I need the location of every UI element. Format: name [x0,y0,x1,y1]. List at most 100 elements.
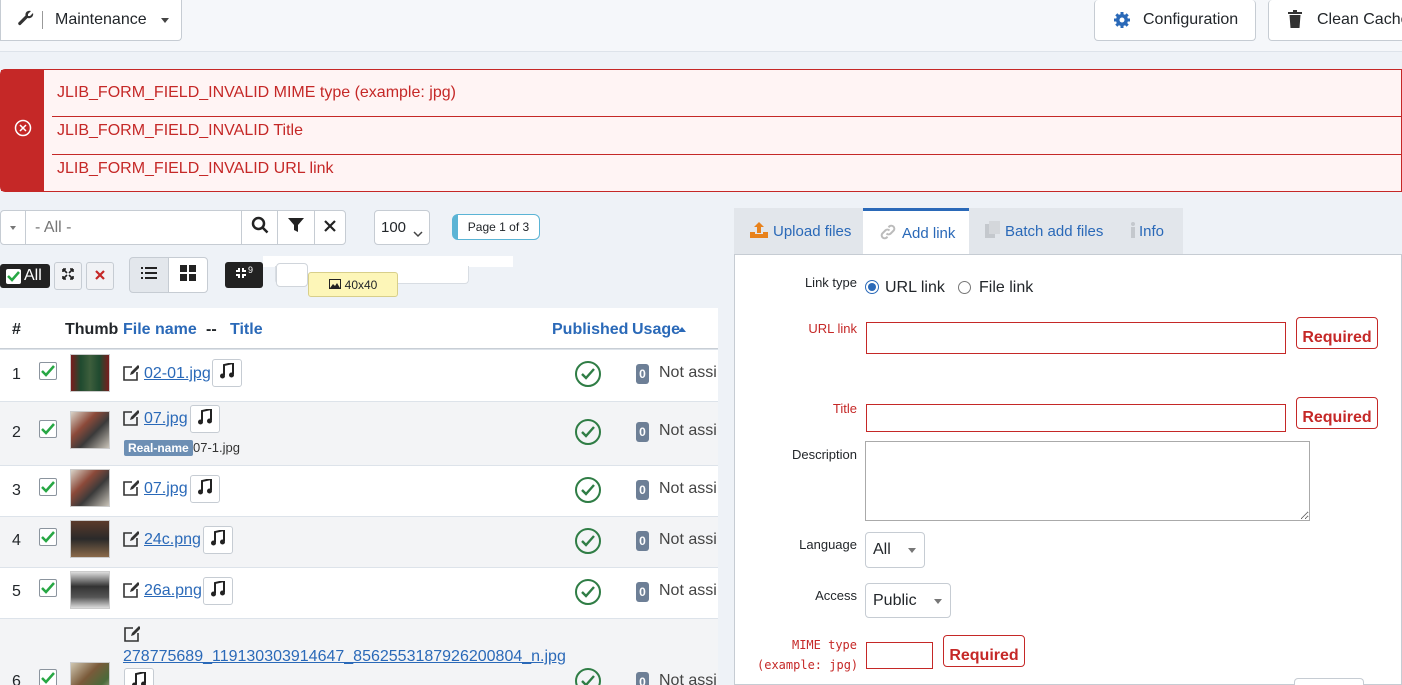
radio-url-link[interactable] [865,280,879,294]
media-button[interactable] [212,359,242,387]
column-header-thumb: Thumb [65,321,119,338]
row-checkbox[interactable] [39,528,57,546]
edit-icon[interactable] [123,365,140,381]
deselect-button[interactable] [86,262,114,290]
column-header-published[interactable]: Published [552,321,628,339]
thumbnail[interactable] [70,520,110,558]
thumbnail[interactable] [70,411,110,449]
media-button[interactable] [124,668,154,685]
language-label: Language [799,537,857,552]
edit-icon[interactable] [124,626,141,642]
radio-url-link-label[interactable]: URL link [885,279,945,297]
file-link[interactable]: 02-01.jpg [144,365,211,383]
usage-text: Not assi [659,672,717,685]
expand-button[interactable] [54,262,82,290]
search-input[interactable] [25,210,242,245]
music-icon [198,477,212,500]
maintenance-dropdown[interactable]: Maintenance [0,0,182,41]
column-header-title[interactable]: Title [230,321,263,339]
language-select[interactable]: All [865,532,925,568]
edit-icon[interactable] [123,531,140,547]
tab-upload-files[interactable]: Upload files [734,208,863,255]
close-circle-icon[interactable] [14,119,32,142]
maintenance-label: Maintenance [55,11,147,28]
clear-search-button[interactable] [314,210,346,245]
column-header-sep: -- [206,321,217,338]
thumb-size-button[interactable]: 9 [225,262,263,288]
published-icon[interactable] [575,579,601,605]
media-button[interactable] [203,526,233,554]
caret-icon [908,548,916,553]
grid-view-button[interactable] [168,257,208,293]
published-icon[interactable] [575,477,601,503]
edit-icon[interactable] [123,410,140,426]
published-icon[interactable] [575,528,601,554]
tab-batch-add-files[interactable]: Batch add files [969,208,1114,255]
resize-icon [235,266,247,284]
save-button[interactable] [1294,678,1364,685]
slider-handle[interactable] [276,263,308,287]
caret-icon [934,598,942,604]
search-scope-select[interactable] [0,210,26,245]
mime-type-field[interactable] [866,642,933,669]
clean-cache-button[interactable]: Clean Cache [1268,0,1402,41]
access-label: Access [815,588,857,603]
link-icon [879,223,897,245]
sort-asc-icon [678,327,686,332]
search-button[interactable] [241,210,278,245]
select-all-button[interactable]: All [0,264,50,288]
title-field[interactable] [866,404,1286,432]
tab-add-link[interactable]: Add link [863,208,969,256]
mime-label: MIME type (example: jpg) [757,635,858,675]
edit-icon[interactable] [123,480,140,496]
divider [42,11,43,29]
file-link[interactable]: 07.jpg [144,480,188,498]
filter-icon [288,217,304,238]
url-link-field[interactable] [866,322,1286,354]
thumbnail[interactable] [70,571,110,609]
media-button[interactable] [190,405,220,433]
usage-count-badge: 0 [636,364,649,384]
file-link[interactable]: 24c.png [144,531,201,549]
music-icon [198,407,212,430]
description-label: Description [791,447,857,462]
row-checkbox[interactable] [39,579,57,597]
list-view-button[interactable] [129,257,169,293]
row-number: 2 [12,424,21,441]
filter-button[interactable] [277,210,315,245]
tab-label: Info [1139,223,1165,240]
edit-icon[interactable] [123,582,140,598]
column-header-usage[interactable]: Usage [632,321,680,339]
grid-icon [180,264,196,286]
language-value: All [873,541,891,558]
music-icon [132,670,146,685]
thumbnail[interactable] [70,354,110,392]
list-limit-select[interactable]: 100 [374,210,430,245]
configuration-button[interactable]: Configuration [1094,0,1256,41]
media-button[interactable] [203,577,233,605]
wrench-icon [17,10,35,33]
file-link[interactable]: 26a.png [144,582,202,600]
row-checkbox[interactable] [39,669,57,685]
realname-value: 07-1.jpg [193,440,240,455]
published-icon[interactable] [575,419,601,445]
radio-file-link[interactable] [958,281,971,294]
check-icon [6,268,21,284]
caret-icon [10,225,16,230]
info-icon [1130,221,1136,242]
file-link[interactable]: 278775689_119130303914647_85625531879262… [123,648,566,666]
published-icon[interactable] [575,361,601,387]
description-field[interactable] [865,441,1310,521]
tab-info[interactable]: Info [1114,208,1183,255]
column-header-filename[interactable]: File name [123,321,197,339]
configuration-label: Configuration [1143,11,1239,28]
row-checkbox[interactable] [39,362,57,380]
radio-file-link-label[interactable]: File link [979,279,1033,297]
thumbnail[interactable] [70,662,110,685]
row-checkbox[interactable] [39,478,57,496]
file-link[interactable]: 07.jpg [144,410,188,428]
access-select[interactable]: Public [865,583,951,618]
media-button[interactable] [190,475,220,503]
thumbnail[interactable] [70,469,110,507]
row-checkbox[interactable] [39,420,57,438]
